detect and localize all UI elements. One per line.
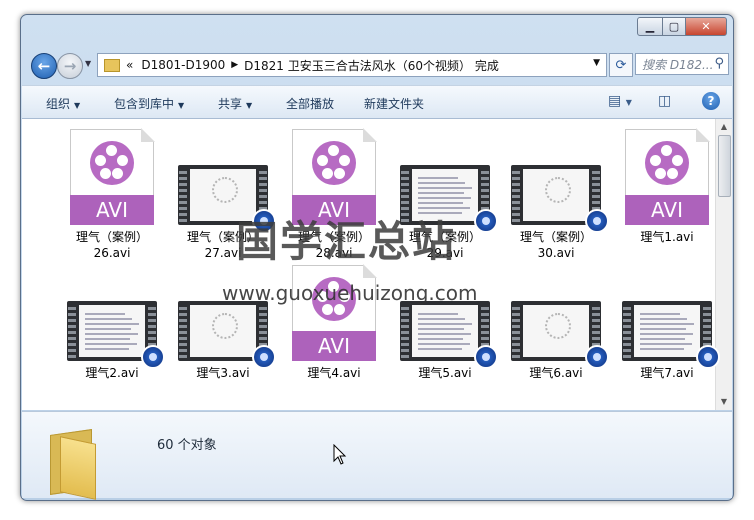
file-item[interactable]: 理气7.avi (617, 265, 720, 381)
scroll-thumb[interactable] (718, 135, 731, 197)
video-thumbnail (622, 301, 720, 369)
command-bar: 组织 ▼ 包含到库中 ▼ 共享 ▼ 全部播放 新建文件夹 ▤ ▼ ◫ ? (22, 85, 732, 119)
item-count: 60 个对象 (157, 438, 217, 453)
search-icon[interactable]: ⚲ (714, 56, 724, 71)
media-player-badge-icon (585, 209, 609, 233)
breadcrumb-current[interactable]: D1821 卫安玉三合古法风水（60个视频） 完成 (244, 57, 499, 74)
maximize-button[interactable]: ▢ (663, 17, 685, 36)
window-controls: ▁ ▢ ✕ (637, 17, 727, 36)
file-item[interactable]: 理气2.avi (62, 265, 165, 381)
new-folder-button[interactable]: 新建文件夹 (364, 95, 424, 112)
organize-button[interactable]: 组织 ▼ (46, 95, 80, 112)
breadcrumb-separator-icon[interactable]: ▶ (231, 60, 238, 70)
search-placeholder: 搜索 D182... (642, 57, 714, 72)
scroll-up-icon[interactable]: ▲ (716, 119, 732, 135)
address-overflow[interactable]: « (126, 58, 133, 72)
view-options-icon[interactable]: ▤ ▼ (608, 93, 632, 109)
details-pane: 60 个对象 (22, 411, 732, 500)
refresh-button[interactable]: ⟳ (609, 53, 633, 77)
video-thumbnail (400, 301, 498, 369)
watermark-title: 国学汇总站 (236, 217, 457, 266)
file-item[interactable]: AVI 理气1.avi (617, 128, 717, 245)
scroll-down-icon[interactable]: ▼ (716, 394, 732, 410)
back-button[interactable]: ← (31, 53, 57, 79)
media-player-badge-icon (585, 345, 609, 369)
media-player-badge-icon (474, 209, 498, 233)
search-input[interactable]: 搜索 D182... ⚲ (635, 53, 729, 75)
share-button[interactable]: 共享 ▼ (218, 95, 252, 112)
include-in-library-button[interactable]: 包含到库中 ▼ (114, 95, 184, 112)
address-bar[interactable]: « D1801-D1900 ▶ D1821 卫安玉三合古法风水（60个视频） 完… (97, 53, 607, 77)
preview-pane-icon[interactable]: ◫ (658, 93, 671, 109)
forward-button[interactable]: → (57, 53, 83, 79)
file-item[interactable]: 理气6.avi (506, 265, 609, 381)
chevron-down-icon: ▼ (246, 101, 253, 110)
file-name: 理气（案例）26.avi (75, 230, 148, 260)
avi-file-icon: AVI (70, 128, 155, 225)
media-player-badge-icon (141, 345, 165, 369)
video-thumbnail (511, 165, 609, 233)
media-player-badge-icon (252, 345, 276, 369)
play-all-button[interactable]: 全部播放 (286, 95, 334, 112)
folder-icon (46, 428, 122, 500)
minimize-button[interactable]: ▁ (637, 17, 663, 36)
folder-icon (104, 58, 120, 72)
recent-pages-dropdown[interactable]: ▼ (85, 59, 91, 68)
media-player-badge-icon (474, 345, 498, 369)
file-name: 理气4.avi (307, 366, 361, 380)
video-thumbnail (67, 301, 165, 369)
file-item[interactable]: 理气（案例）30.avi (506, 129, 609, 261)
forward-arrow-icon: → (63, 57, 77, 75)
mouse-cursor-icon (333, 444, 347, 465)
help-icon[interactable]: ? (702, 92, 720, 110)
file-item[interactable]: AVI 理气（案例）26.avi (62, 128, 162, 261)
avi-file-icon: AVI (292, 264, 377, 361)
back-arrow-icon: ← (37, 57, 51, 75)
chevron-down-icon: ▼ (74, 101, 81, 110)
breadcrumb-d1801[interactable]: D1801-D1900 (141, 58, 225, 72)
video-thumbnail (178, 301, 276, 369)
chevron-down-icon: ▼ (178, 101, 185, 110)
navigation-bar: ← → ▼ « D1801-D1900 ▶ D1821 卫安玉三合古法风水（60… (29, 51, 729, 81)
watermark-url: www.guoxuehuizong.com (222, 281, 478, 305)
address-dropdown-icon[interactable]: ▼ (593, 58, 600, 68)
video-thumbnail (511, 301, 609, 369)
file-name: 理气（案例）30.avi (519, 230, 592, 260)
media-player-badge-icon (696, 345, 720, 369)
refresh-icon: ⟳ (615, 57, 627, 73)
vertical-scrollbar[interactable]: ▲ ▼ (715, 119, 732, 410)
avi-file-icon: AVI (625, 128, 710, 225)
file-name: 理气1.avi (640, 230, 694, 244)
close-button[interactable]: ✕ (685, 17, 727, 36)
